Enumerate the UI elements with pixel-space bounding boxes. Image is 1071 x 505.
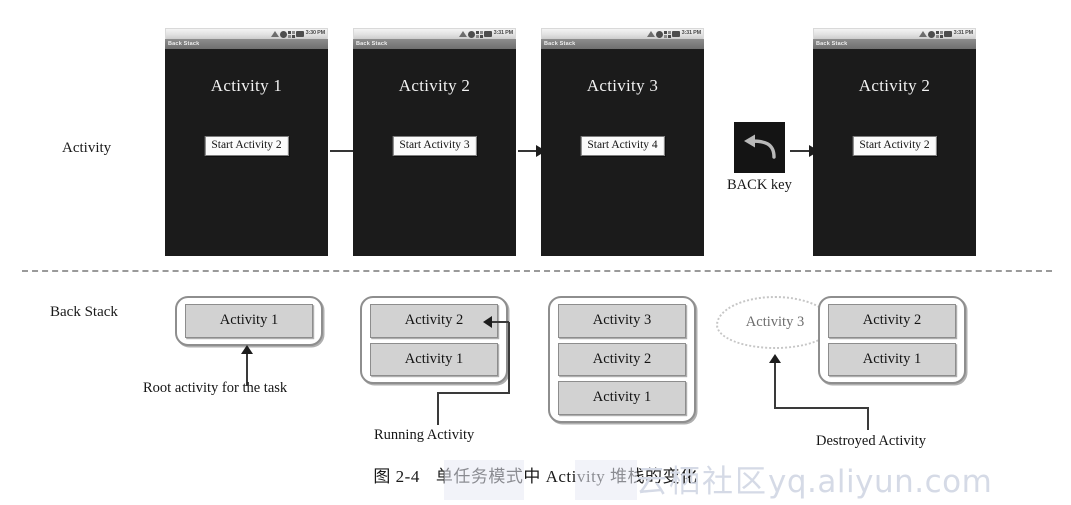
usb-icon <box>663 30 671 38</box>
stack-item: Activity 1 <box>558 381 686 415</box>
status-bar-2: 3:31 PM <box>353 28 516 39</box>
status-bar-clock-3: 3:31 PM <box>681 30 702 37</box>
status-bar-icons-3 <box>646 30 680 38</box>
status-bar-icons-2 <box>458 30 492 38</box>
destroyed-activity-ghost: Activity 3 <box>716 296 834 349</box>
stack-item: Activity 2 <box>828 304 956 338</box>
back-key-group: BACK key <box>727 122 792 194</box>
title-bar-4: Back Stack <box>813 39 976 49</box>
status-bar-icons-4 <box>918 30 952 38</box>
start-activity-button-3[interactable]: Start Activity 4 <box>580 136 665 156</box>
status-bar-clock-2: 3:31 PM <box>493 30 514 37</box>
activity-title-2: Activity 2 <box>398 76 471 95</box>
row-label-back-stack: Back Stack <box>50 304 118 320</box>
status-bar-1: 3:30 PM <box>165 28 328 39</box>
battery-icon <box>295 31 304 37</box>
sync-icon <box>927 30 935 38</box>
phone-screen-3: Activity 3 Start Activity 4 <box>541 49 704 256</box>
stack-item: Activity 1 <box>370 342 498 376</box>
section-divider <box>22 270 1052 272</box>
watermark-band-right <box>575 460 637 500</box>
start-activity-button-4[interactable]: Start Activity 2 <box>852 136 937 156</box>
battery-icon <box>943 31 952 37</box>
phone-mock-3: 3:31 PM Back Stack Activity 3 Start Acti… <box>541 28 704 256</box>
annotation-destroyed-activity: Destroyed Activity <box>816 433 926 449</box>
figure-number: 图 2-4 <box>373 467 420 486</box>
phone-mock-2: 3:31 PM Back Stack Activity 2 Start Acti… <box>353 28 516 256</box>
phone-screen-4: Activity 2 Start Activity 2 <box>813 49 976 256</box>
signal-icon <box>458 31 467 37</box>
usb-icon <box>287 30 295 38</box>
figure-caption: 图 2-4 单任务模式中 Activity 堆栈的变化 <box>0 462 1071 487</box>
title-bar-1: Back Stack <box>165 39 328 49</box>
title-bar-2: Back Stack <box>353 39 516 49</box>
battery-icon <box>483 31 492 37</box>
usb-icon <box>475 30 483 38</box>
signal-icon <box>918 31 927 37</box>
usb-icon <box>935 30 943 38</box>
back-key-label: BACK key <box>727 177 792 193</box>
arrow-shaft <box>518 150 536 152</box>
status-bar-clock-1: 3:30 PM <box>305 30 326 37</box>
arrow-shaft <box>790 150 809 152</box>
phone-mock-1: 3:30 PM Back Stack Activity 1 Start Acti… <box>165 28 328 256</box>
sync-icon <box>279 30 287 38</box>
activity-title-4: Activity 2 <box>858 76 931 95</box>
status-bar-4: 3:31 PM <box>813 28 976 39</box>
start-activity-button-1[interactable]: Start Activity 2 <box>204 136 289 156</box>
title-bar-3: Back Stack <box>541 39 704 49</box>
status-bar-3: 3:31 PM <box>541 28 704 39</box>
status-bar-clock-4: 3:31 PM <box>953 30 974 37</box>
watermark-band-left <box>444 460 524 500</box>
phone-screen-2: Activity 2 Start Activity 3 <box>353 49 516 256</box>
back-stack-4: Activity 2 Activity 1 <box>818 296 966 384</box>
phone-screen-1: Activity 1 Start Activity 2 <box>165 49 328 256</box>
annotation-root-activity: Root activity for the task <box>143 380 288 396</box>
battery-icon <box>671 31 680 37</box>
phone-mock-4: 3:31 PM Back Stack Activity 2 Start Acti… <box>813 28 976 256</box>
stack-item: Activity 2 <box>558 342 686 376</box>
sync-icon <box>467 30 475 38</box>
back-arrow-icon <box>743 134 776 159</box>
back-stack-3: Activity 3 Activity 2 Activity 1 <box>548 296 696 423</box>
stack-item: Activity 1 <box>185 304 313 338</box>
signal-icon <box>270 31 279 37</box>
back-stack-1: Activity 1 <box>175 296 323 346</box>
stack-item: Activity 3 <box>558 304 686 338</box>
row-label-activity: Activity <box>62 140 112 156</box>
activity-title-3: Activity 3 <box>586 76 659 95</box>
stack-item: Activity 2 <box>370 304 498 338</box>
stack-item: Activity 1 <box>828 342 956 376</box>
back-stack-2: Activity 2 Activity 1 <box>360 296 508 384</box>
status-bar-icons-1 <box>270 30 304 38</box>
signal-icon <box>646 31 655 37</box>
ghost-activity-label: Activity 3 <box>745 314 805 330</box>
activity-title-1: Activity 1 <box>210 76 283 95</box>
annotation-running-activity: Running Activity <box>374 427 475 443</box>
start-activity-button-2[interactable]: Start Activity 3 <box>392 136 477 156</box>
back-key-button[interactable] <box>733 122 785 173</box>
sync-icon <box>655 30 663 38</box>
